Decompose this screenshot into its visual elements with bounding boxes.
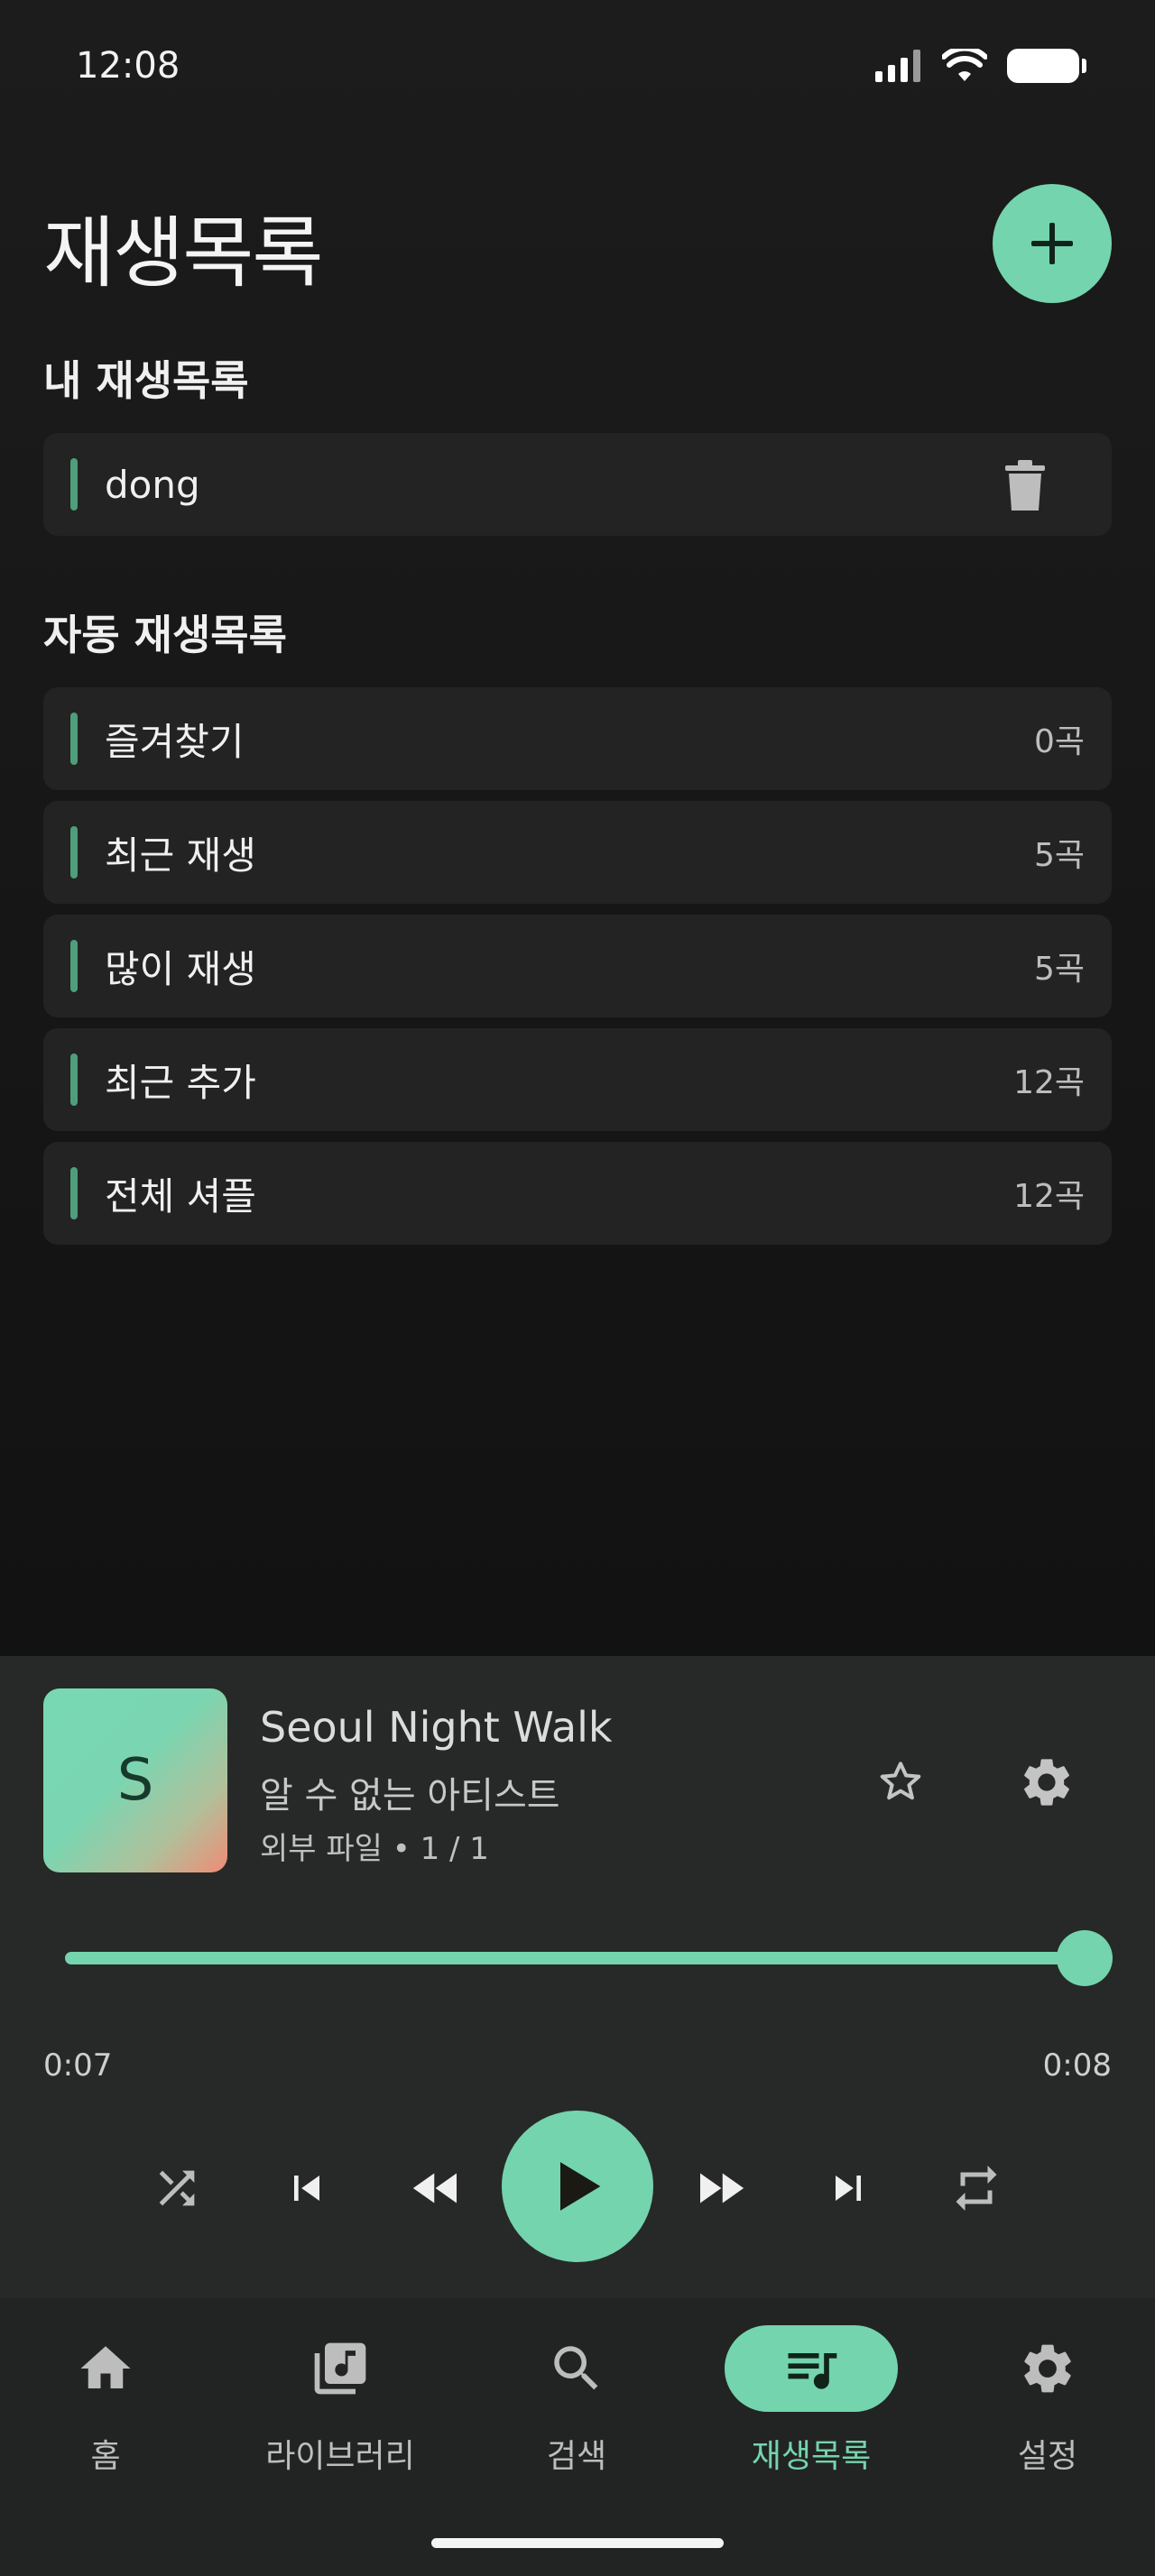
plus-icon <box>1031 223 1073 264</box>
nav-item-search[interactable]: 검색 <box>473 2325 680 2477</box>
elapsed-time: 0:07 <box>43 2047 113 2084</box>
track-count: 0곡 <box>1033 723 1085 760</box>
play-icon <box>560 2162 601 2211</box>
shuffle-button[interactable] <box>144 2156 209 2221</box>
nav-label: 라이브러리 <box>265 2438 415 2475</box>
track-count: 12곡 <box>1013 1064 1085 1101</box>
nav-pill <box>19 2325 192 2412</box>
playlist-name: 전체 셔플 <box>105 1173 256 1219</box>
play-button[interactable] <box>502 2111 653 2262</box>
delete-playlist-button[interactable] <box>1005 460 1045 511</box>
gear-icon <box>1024 2344 1071 2393</box>
row-accent-bar <box>70 940 78 992</box>
nav-label: 검색 <box>546 2438 607 2475</box>
repeat-icon <box>956 2166 997 2211</box>
auto-playlist-shuffle-all[interactable]: 전체 셔플 12곡 <box>43 1142 1112 1245</box>
home-icon <box>80 2346 131 2388</box>
row-accent-bar <box>70 826 78 879</box>
auto-playlists-heading: 자동 재생목록 <box>43 611 287 659</box>
trash-icon <box>1005 460 1045 511</box>
album-art[interactable]: S <box>43 1688 227 1872</box>
nav-pill <box>961 2325 1134 2412</box>
auto-playlist-most-played[interactable]: 많이 재생 5곡 <box>43 915 1112 1017</box>
playlist-name: 많이 재생 <box>105 946 256 991</box>
nav-item-settings[interactable]: 설정 <box>944 2325 1151 2477</box>
playlist-name: 최근 재생 <box>105 833 256 878</box>
wifi-icon <box>942 49 987 81</box>
nav-label: 홈 <box>90 2438 121 2475</box>
fast-forward-icon <box>700 2173 744 2203</box>
add-playlist-button[interactable] <box>993 184 1112 303</box>
fast-forward-button[interactable] <box>686 2154 754 2222</box>
previous-track-button[interactable] <box>274 2156 339 2221</box>
status-icons <box>875 49 1086 83</box>
nav-item-home[interactable]: 홈 <box>2 2325 209 2477</box>
song-artist: 알 수 없는 아티스트 <box>260 1775 560 1817</box>
repeat-button[interactable] <box>944 2156 1009 2221</box>
row-accent-bar <box>70 1053 78 1106</box>
seek-thumb[interactable] <box>1057 1930 1113 1986</box>
battery-icon <box>1007 49 1086 83</box>
playlist-name: 즐겨찾기 <box>105 719 245 764</box>
playlist-name: dong <box>105 462 200 507</box>
row-accent-bar <box>70 458 78 511</box>
player-settings-button[interactable] <box>1014 1750 1079 1815</box>
album-art-letter: S <box>116 1747 154 1814</box>
song-meta: 외부 파일 • 1 / 1 <box>260 1831 489 1867</box>
shuffle-icon <box>159 2170 195 2206</box>
status-time: 12:08 <box>76 45 180 87</box>
library-music-icon <box>314 2342 366 2395</box>
track-count: 12곡 <box>1013 1178 1085 1215</box>
nav-item-library[interactable]: 라이브러리 <box>236 2325 444 2477</box>
track-count: 5곡 <box>1033 951 1085 988</box>
row-accent-bar <box>70 1167 78 1219</box>
playlist-name: 최근 추가 <box>105 1060 256 1105</box>
skip-next-icon <box>836 2176 861 2201</box>
signal-icon <box>875 50 920 82</box>
track-count: 5곡 <box>1033 837 1085 874</box>
nav-label: 재생목록 <box>751 2438 872 2475</box>
auto-playlist-recently-played[interactable]: 최근 재생 5곡 <box>43 801 1112 904</box>
seek-track[interactable] <box>65 1952 1085 1964</box>
gear-icon <box>1024 1759 1069 1806</box>
star-outline-icon <box>880 1762 921 1800</box>
my-playlists-heading: 내 재생목록 <box>43 356 249 405</box>
favorite-button[interactable] <box>870 1752 931 1813</box>
total-duration: 0:08 <box>1042 2047 1112 2084</box>
nav-pill <box>254 2325 427 2412</box>
rewind-button[interactable] <box>402 2154 471 2222</box>
nav-item-playlists[interactable]: 재생목록 <box>707 2325 915 2477</box>
page-title: 재생목록 <box>43 208 323 299</box>
playlist-row-dong[interactable]: dong <box>43 433 1112 536</box>
home-indicator[interactable] <box>431 2538 724 2548</box>
next-track-button[interactable] <box>816 2156 881 2221</box>
nav-pill <box>490 2325 663 2412</box>
rewind-icon <box>412 2173 457 2203</box>
auto-playlist-favorites[interactable]: 즐겨찾기 0곡 <box>43 687 1112 790</box>
song-title: Seoul Night Walk <box>260 1703 613 1752</box>
nav-label: 설정 <box>1017 2438 1078 2475</box>
auto-playlist-recently-added[interactable]: 최근 추가 12곡 <box>43 1028 1112 1131</box>
skip-previous-icon <box>294 2176 319 2201</box>
queue-music-icon <box>788 2353 837 2389</box>
search-icon <box>554 2346 598 2390</box>
nav-pill-active <box>725 2325 898 2412</box>
row-accent-bar <box>70 713 78 765</box>
